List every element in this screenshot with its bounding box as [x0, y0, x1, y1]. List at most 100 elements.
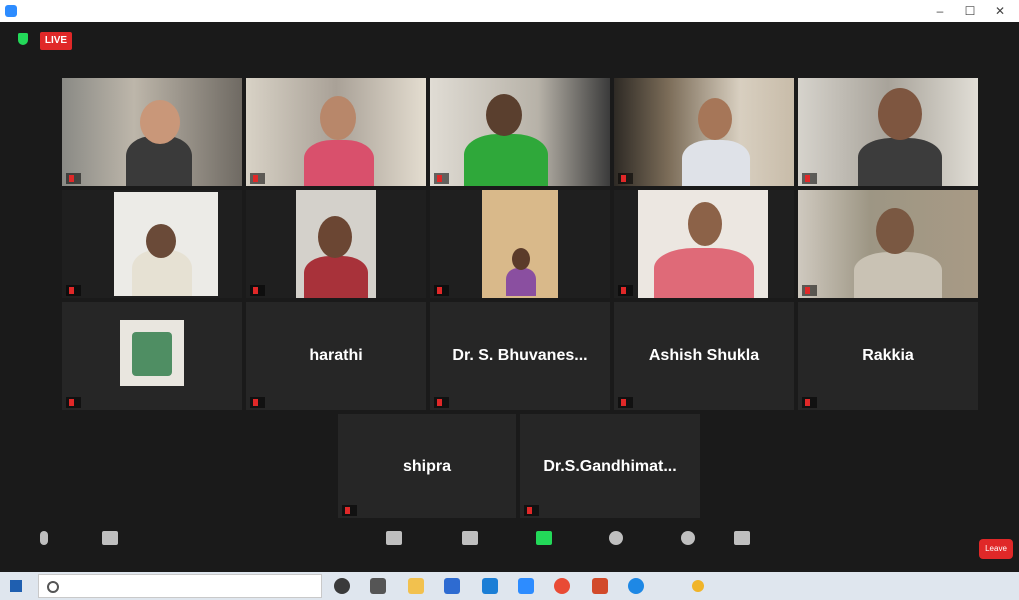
person-figure: [506, 268, 536, 296]
participant-name: [802, 285, 817, 296]
chat-button[interactable]: [440, 531, 500, 549]
outlook-icon[interactable]: [482, 578, 498, 594]
participant-name: [250, 285, 265, 296]
powerpoint-icon[interactable]: [592, 578, 608, 594]
zoom-taskbar-icon[interactable]: [518, 578, 534, 594]
taskbar-search-box[interactable]: [38, 574, 322, 598]
muted-mic-icon: [69, 399, 74, 407]
participant-tile-7[interactable]: [246, 190, 426, 298]
muted-mic-icon: [253, 399, 258, 407]
meeting-topbar: LIVE: [0, 22, 1019, 60]
live-badge[interactable]: LIVE: [40, 32, 72, 50]
participants-button[interactable]: [364, 531, 424, 549]
share-screen-icon: [536, 531, 552, 545]
person-figure: [654, 248, 754, 298]
search-icon: [47, 581, 59, 593]
participant-display-name: Ashish Shukla: [648, 347, 760, 365]
participant-name: [618, 173, 633, 184]
person-face: [486, 94, 522, 136]
participant-tile-13[interactable]: Dr. S. Bhuvanes...: [430, 302, 610, 410]
participant-tile-9[interactable]: [614, 190, 794, 298]
file-explorer-icon[interactable]: [408, 578, 424, 594]
muted-mic-icon: [621, 175, 626, 183]
muted-mic-icon: [805, 175, 810, 183]
participant-tile-11[interactable]: [62, 302, 242, 410]
security-shield-icon[interactable]: [18, 33, 28, 45]
person-figure: [682, 140, 750, 186]
start-video-button[interactable]: [80, 531, 140, 549]
participant-name: [250, 397, 265, 408]
muted-mic-icon: [527, 507, 532, 515]
unmute-button[interactable]: [14, 531, 74, 549]
muted-mic-icon: [621, 399, 626, 407]
participant-name: [250, 173, 265, 184]
muted-mic-icon: [345, 507, 350, 515]
person-figure: [854, 252, 942, 298]
participant-name: [434, 173, 449, 184]
participant-tile-2[interactable]: [246, 78, 426, 186]
participant-tile-1[interactable]: [62, 78, 242, 186]
participant-display-name: Rakkia: [862, 347, 914, 365]
video-camera-icon: [102, 531, 118, 545]
chat-bubble-icon: [462, 531, 478, 545]
muted-mic-icon: [437, 399, 442, 407]
person-face: [146, 224, 176, 258]
window-titlebar: – ☐ ✕: [0, 0, 1019, 22]
person-face: [876, 208, 914, 254]
participants-icon: [386, 531, 402, 545]
participant-name: [524, 505, 539, 516]
taskbar-app-icon[interactable]: [444, 578, 460, 594]
record-icon: [609, 531, 623, 545]
participant-tile-5[interactable]: [798, 78, 978, 186]
participant-name: [618, 397, 633, 408]
edge-icon[interactable]: [628, 578, 644, 594]
muted-mic-icon: [69, 175, 74, 183]
chrome-icon[interactable]: [554, 578, 570, 594]
weather-icon[interactable]: [692, 580, 704, 592]
participant-tile-8[interactable]: [430, 190, 610, 298]
participant-tile-16[interactable]: shipra: [338, 414, 516, 518]
microphone-muted-icon: [40, 531, 48, 545]
muted-mic-icon: [69, 287, 74, 295]
meeting-toolbar: Leave: [0, 525, 1019, 571]
participant-display-name: harathi: [309, 347, 363, 365]
person-face: [698, 98, 732, 140]
apps-grid-icon: [734, 531, 750, 545]
participant-tile-17[interactable]: Dr.S.Gandhimat...: [520, 414, 700, 518]
person-face: [512, 248, 530, 270]
maximize-button[interactable]: ☐: [955, 2, 985, 20]
reactions-button[interactable]: [658, 531, 718, 549]
muted-mic-icon: [253, 175, 258, 183]
windows-start-icon[interactable]: [10, 580, 22, 592]
participant-name: [342, 505, 357, 516]
participant-name: [434, 397, 449, 408]
person-face: [688, 202, 722, 246]
record-button[interactable]: [586, 531, 646, 549]
share-screen-button[interactable]: [514, 531, 574, 549]
minimize-button[interactable]: –: [925, 2, 955, 20]
profile-picture-graphic: [132, 332, 172, 376]
windows-taskbar: [0, 572, 1019, 600]
person-face: [320, 96, 356, 140]
participant-tile-15[interactable]: Rakkia: [798, 302, 978, 410]
participant-tile-14[interactable]: Ashish Shukla: [614, 302, 794, 410]
person-figure: [304, 256, 368, 298]
participant-display-name: Dr.S.Gandhimat...: [543, 457, 677, 475]
participant-tile-12[interactable]: harathi: [246, 302, 426, 410]
participant-display-name: Dr. S. Bhuvanes...: [452, 347, 588, 365]
task-view-icon[interactable]: [370, 578, 386, 594]
participant-tile-10[interactable]: [798, 190, 978, 298]
participant-tile-6[interactable]: [62, 190, 242, 298]
participant-name: [66, 173, 81, 184]
person-figure: [464, 134, 548, 186]
apps-button[interactable]: [712, 531, 772, 549]
participant-tile-3-active-speaker[interactable]: [430, 78, 610, 186]
close-button[interactable]: ✕: [985, 2, 1015, 20]
participant-tile-4[interactable]: [614, 78, 794, 186]
muted-mic-icon: [621, 287, 626, 295]
leave-meeting-button[interactable]: Leave: [979, 539, 1013, 559]
reactions-icon: [681, 531, 695, 545]
cortana-icon[interactable]: [334, 578, 350, 594]
person-figure: [858, 138, 942, 186]
muted-mic-icon: [437, 175, 442, 183]
